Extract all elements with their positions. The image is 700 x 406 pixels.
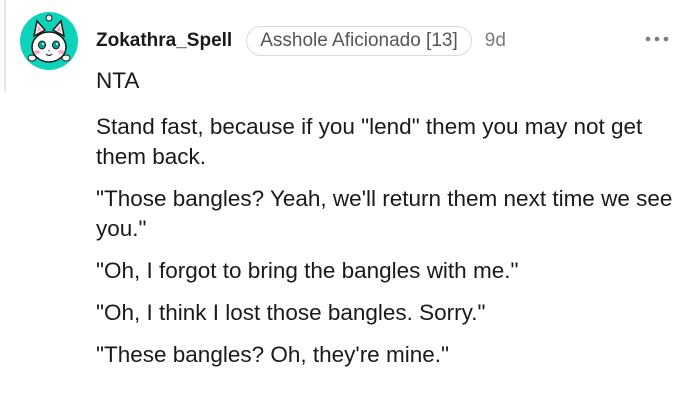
comment-paragraph: NTA bbox=[96, 68, 140, 93]
comment-paragraph: "Those bangles? Yeah, we'll return them … bbox=[96, 186, 673, 241]
comment-author[interactable]: Zokathra_Spell bbox=[96, 30, 232, 52]
comment-paragraph: "These bangles? Oh, they're mine." bbox=[96, 342, 449, 367]
more-options-icon[interactable] bbox=[643, 28, 671, 50]
comment-body: NTA Stand fast, because if you "lend" th… bbox=[96, 66, 686, 382]
user-flair: Asshole Aficionado [13] bbox=[246, 26, 472, 56]
comment-paragraph: Stand fast, because if you "lend" them y… bbox=[96, 114, 643, 169]
thread-line[interactable] bbox=[4, 0, 6, 92]
comment-paragraph: "Oh, I forgot to bring the bangles with … bbox=[96, 258, 519, 283]
comment-paragraph: "Oh, I think I lost those bangles. Sorry… bbox=[96, 300, 486, 325]
comment-header: Zokathra_Spell Asshole Aficionado [13] 9… bbox=[96, 24, 700, 58]
comment-timestamp: 9d bbox=[484, 30, 506, 51]
cat-avatar-icon[interactable] bbox=[20, 12, 78, 70]
